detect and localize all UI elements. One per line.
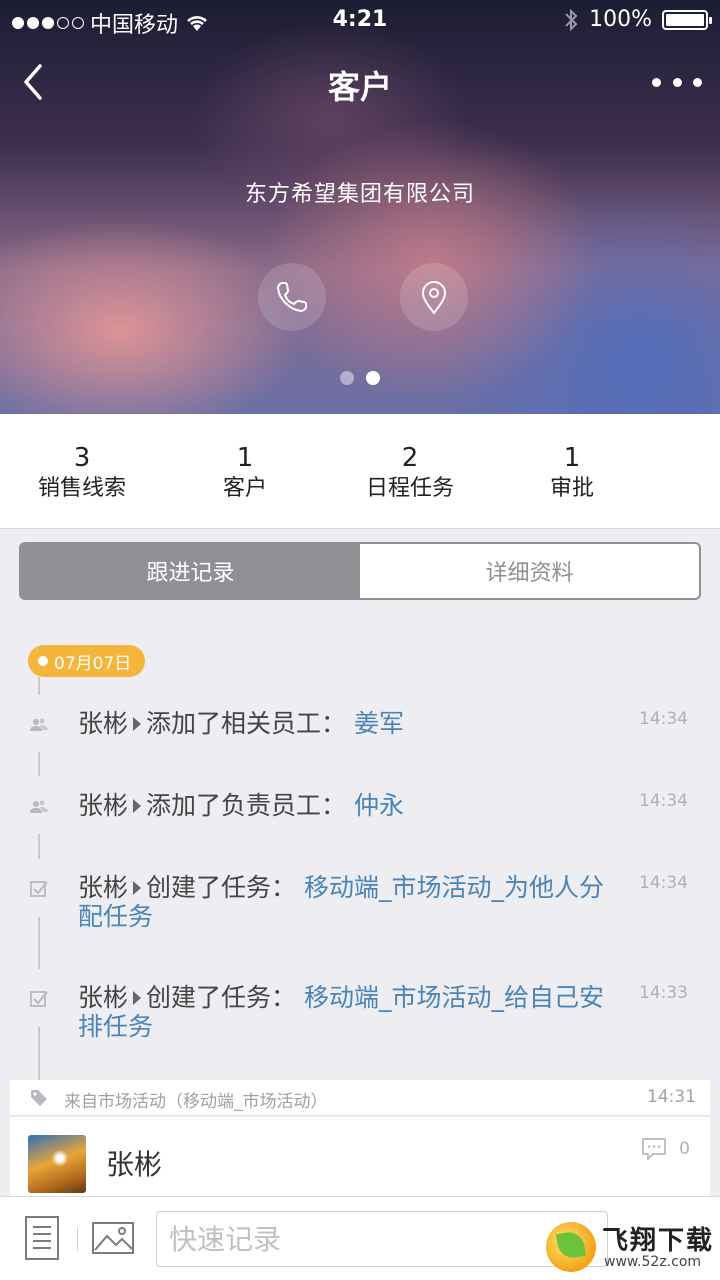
page-title: 客户: [327, 68, 392, 106]
call-button[interactable]: [258, 263, 326, 331]
stat-value: 1: [236, 443, 254, 473]
comment-icon: [642, 1138, 667, 1160]
entry-action: 创建了任务：: [146, 983, 297, 1012]
entry-target-link[interactable]: 仲永: [354, 791, 404, 820]
arrow-right-icon: [133, 881, 142, 895]
tag-icon: [31, 1090, 47, 1106]
stat-label: 日程任务: [365, 476, 454, 501]
date-badge: 07月07日: [28, 645, 146, 677]
image-icon: [92, 1222, 134, 1254]
tab-details[interactable]: 详细资料: [360, 544, 699, 598]
quick-record-input[interactable]: [169, 1222, 595, 1256]
company-name: 东方希望集团有限公司: [244, 182, 475, 207]
stat-value: 2: [401, 443, 419, 473]
page-dot-active[interactable]: [366, 371, 380, 385]
watermark: 飞翔下载 www.52z.com: [540, 1218, 716, 1276]
record-card[interactable]: 张彬 0: [10, 1117, 710, 1200]
entry-action: 添加了负责员工：: [146, 791, 347, 820]
timeline-connector: [38, 834, 40, 859]
stat-schedule-tasks[interactable]: 2 日程任务: [330, 442, 490, 504]
note-button[interactable]: [24, 1215, 60, 1265]
stat-label: 客户: [222, 476, 267, 501]
stats-bar: 3 销售线索 1 客户 2 日程任务 1 审批: [0, 414, 720, 529]
stat-value: 3: [73, 443, 91, 473]
people-icon: [30, 718, 48, 731]
stat-sales-leads[interactable]: 3 销售线索: [2, 442, 162, 504]
watermark-url: www.52z.com: [604, 1254, 702, 1270]
arrow-right-icon: [133, 717, 142, 731]
entry-time: 14:33: [639, 983, 688, 1003]
record-source: 来自市场活动（移动端_市场活动）: [64, 1092, 328, 1112]
bluetooth-icon: [565, 8, 578, 31]
more-dot-icon: [672, 77, 682, 87]
more-dot-icon: [693, 77, 702, 87]
entry-time: 14:34: [639, 709, 688, 729]
comment-button[interactable]: 0: [641, 1137, 690, 1161]
entry-time: 14:34: [639, 791, 688, 811]
task-check-icon: [30, 991, 48, 1007]
record-time: 14:31: [647, 1087, 696, 1107]
entry-action: 创建了任务：: [146, 873, 297, 902]
image-button[interactable]: [91, 1221, 135, 1259]
task-check-icon: [30, 881, 48, 897]
tab-follow-up-records[interactable]: 跟进记录: [21, 544, 360, 598]
phone-icon: [277, 282, 307, 312]
timeline-connector: [38, 917, 40, 969]
entry-author: 张彬: [78, 791, 129, 820]
customer-hero-header: 中国移动 4:21 100% 客户 东方希望集团有限公司: [0, 0, 720, 414]
stat-value: 1: [563, 443, 581, 473]
stat-customers[interactable]: 1 客户: [165, 442, 325, 504]
battery-icon: [662, 9, 712, 30]
entry-time: 14:34: [639, 873, 688, 893]
arrow-right-icon: [133, 991, 142, 1005]
divider: [77, 1227, 78, 1251]
date-label: 07月07日: [54, 653, 132, 674]
more-options-button[interactable]: [652, 70, 702, 94]
battery-percent: 100%: [589, 7, 652, 32]
stat-approvals[interactable]: 1 审批: [492, 442, 652, 504]
comment-count: 0: [679, 1139, 690, 1159]
timeline-connector: [38, 752, 40, 776]
arrow-right-icon: [133, 799, 142, 813]
page-dot[interactable]: [340, 371, 354, 385]
hero-page-indicator[interactable]: [0, 371, 720, 385]
timeline-connector: [38, 1027, 40, 1080]
timeline-connector: [38, 677, 40, 695]
entry-author: 张彬: [78, 873, 129, 902]
location-button[interactable]: [400, 263, 468, 331]
watermark-title: 飞翔下载: [602, 1226, 715, 1256]
record-card-header[interactable]: 来自市场活动（移动端_市场活动） 14:31: [10, 1080, 710, 1116]
tab-switcher: 跟进记录 详细资料: [19, 542, 701, 600]
more-dot-icon: [652, 77, 661, 87]
record-author-name: 张彬: [106, 1148, 163, 1181]
date-dot-icon: [38, 656, 48, 666]
entry-author: 张彬: [78, 983, 129, 1012]
document-icon: [25, 1216, 59, 1260]
stat-label: 销售线索: [37, 476, 126, 501]
people-icon: [30, 800, 48, 813]
entry-target-link[interactable]: 姜军: [354, 709, 404, 738]
entry-action: 添加了相关员工：: [146, 709, 347, 738]
status-bar: 中国移动 4:21 100%: [0, 0, 720, 40]
avatar[interactable]: [28, 1135, 86, 1193]
location-pin-icon: [421, 281, 447, 315]
stat-label: 审批: [549, 476, 594, 501]
entry-author: 张彬: [78, 709, 129, 738]
